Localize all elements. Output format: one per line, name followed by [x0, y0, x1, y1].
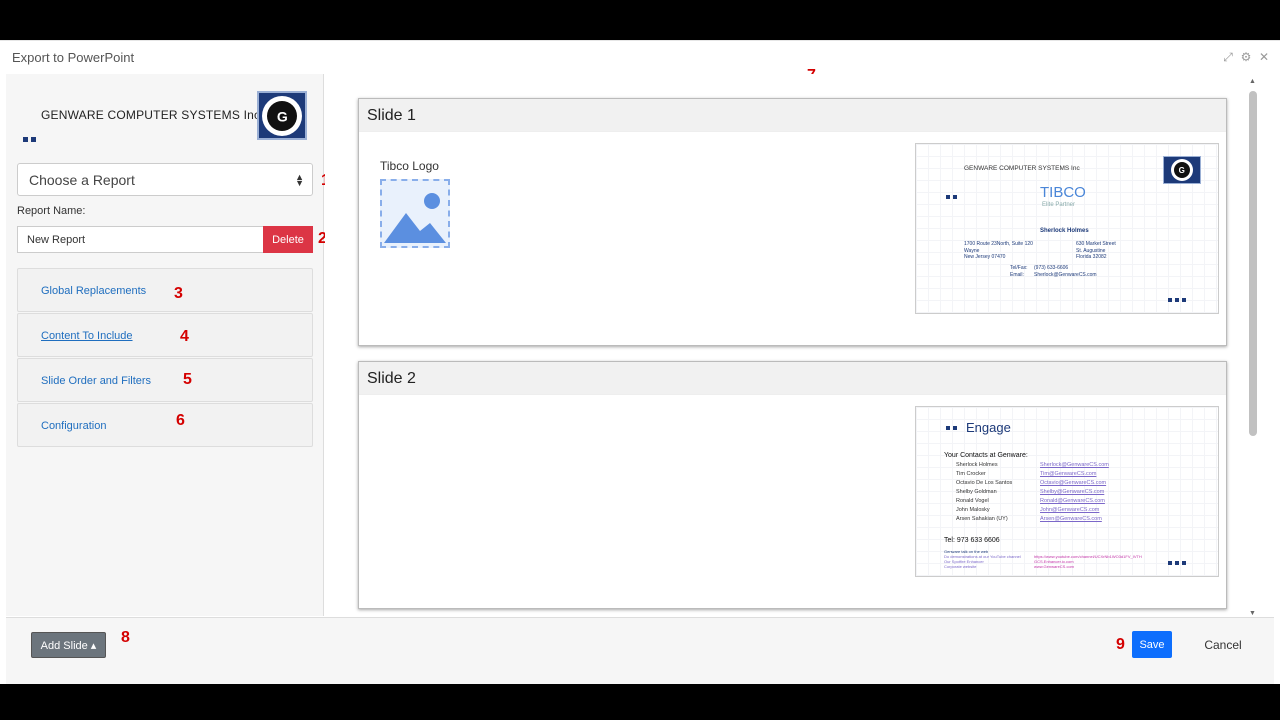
- thumb-brand: TIBCO: [1040, 184, 1086, 201]
- sort-caret-icon: ▲ ▼: [295, 172, 304, 188]
- cancel-button[interactable]: Cancel: [1198, 631, 1248, 658]
- sidebar: GENWARE COMPUTER SYSTEMS Inc G Choose a …: [6, 74, 324, 616]
- thumb-email-label: Email:: [1010, 272, 1024, 278]
- report-select[interactable]: Choose a Report ▲ ▼: [17, 163, 313, 196]
- export-dialog: Export to PowerPoint ⤢ ⚙ ✕ GENWARE COMPU…: [0, 40, 1280, 685]
- thumb-tel-label: Tel/Fax:: [1010, 265, 1028, 271]
- section-label: Slide Order and Filters: [41, 375, 152, 387]
- thumb-footer-link: www.GenwareCS.com: [1034, 564, 1075, 569]
- section-slide-order-filters[interactable]: Slide Order and Filters: [17, 358, 313, 402]
- thumb-contact-name: Sherlock Holmes: [956, 462, 998, 468]
- thumb-contact-email: Tim@GenwareCS.com: [1040, 471, 1097, 477]
- save-button[interactable]: Save: [1132, 631, 1172, 658]
- annotation-8: 8: [121, 629, 130, 646]
- thumb-contact-name: John Malosky: [956, 507, 990, 513]
- thumb-contact-email: Octavio@GenwareCS.com: [1040, 480, 1107, 486]
- thumb-contact-email: Ronald@GenwareCS.com: [1040, 498, 1105, 504]
- thumb-brand-sub: Elite Partner: [1042, 202, 1076, 208]
- section-label: Content To Include: [41, 330, 133, 342]
- thumb-contact-name: Ronald Vogel: [956, 498, 989, 504]
- thumb-addr: 1700 Route 23North, Suite 120: [964, 241, 1033, 247]
- slide-card[interactable]: Slide 2 Engage Your Contacts at Genware:…: [358, 361, 1227, 609]
- image-placeholder-icon[interactable]: [380, 179, 450, 248]
- placeholder-label: Tibco Logo: [380, 159, 439, 173]
- thumb-contact-email: John@GenwareCS.com: [1040, 507, 1100, 513]
- thumb-addr: 630 Market Street: [1076, 241, 1116, 247]
- add-slide-button[interactable]: Add Slide ▴: [31, 632, 106, 658]
- thumb-contact-email: Arsen@GenwareCS.com: [1040, 516, 1102, 522]
- scroll-down-icon[interactable]: ▼: [1249, 610, 1256, 617]
- scrollbar-thumb[interactable]: [1249, 91, 1257, 436]
- thumb-dots: [1168, 561, 1186, 565]
- thumb-tel: Tel: 973 633 6606: [944, 537, 1000, 544]
- thumb-dots: [946, 426, 957, 430]
- company-name: GENWARE COMPUTER SYSTEMS Inc: [41, 108, 261, 122]
- thumb-addr: Florida 32082: [1076, 254, 1107, 260]
- thumb-person: Sherlock Holmes: [1040, 228, 1089, 234]
- slide-title: Slide 1: [359, 99, 1226, 132]
- thumb-footer-text: Corporate website: [944, 564, 977, 569]
- delete-button[interactable]: Delete: [263, 226, 313, 253]
- slide-card[interactable]: Slide 1 Tibco Logo GENWARE COMPUTER SYST…: [358, 98, 1227, 346]
- top-black-bar: [0, 0, 1280, 36]
- thumb-contact-email: Sherlock@GenwareCS.com: [1040, 462, 1109, 468]
- thumb-contact-name: Arsen Sahakian (UY): [956, 516, 1008, 522]
- thumb-dots: [1168, 298, 1186, 302]
- slides-panel: Slide 1 Tibco Logo GENWARE COMPUTER SYST…: [325, 74, 1265, 617]
- expand-icon[interactable]: ⤢: [1222, 50, 1234, 65]
- thumb-addr: New Jersey 07470: [964, 254, 1006, 260]
- section-label: Global Replacements: [41, 285, 147, 297]
- slide-thumbnail: GENWARE COMPUTER SYSTEMS Inc G TIBCO Eli…: [915, 143, 1219, 314]
- slide-title: Slide 2: [359, 362, 1226, 395]
- thumb-contact-name: Tim Crocker: [956, 471, 986, 477]
- gear-icon[interactable]: ⚙: [1240, 50, 1252, 65]
- bottom-black-bar: [0, 684, 1280, 720]
- dialog-footer: Add Slide ▴ 8 9 Save Cancel: [6, 617, 1274, 685]
- report-select-value: Choose a Report: [29, 172, 135, 188]
- section-global-replacements[interactable]: Global Replacements: [17, 268, 313, 312]
- close-icon[interactable]: ✕: [1258, 50, 1270, 65]
- report-name-label: Report Name:: [17, 205, 86, 217]
- annotation-6: 6: [176, 412, 185, 429]
- slide-thumbnail: Engage Your Contacts at Genware: Sherloc…: [915, 406, 1219, 577]
- annotation-3: 3: [174, 285, 183, 302]
- thumb-tel: (973) 633-6606: [1034, 265, 1069, 271]
- thumb-contact-email: Shelby@GenwareCS.com: [1040, 489, 1105, 495]
- thumb-heading: Engage: [966, 420, 1011, 435]
- thumb-contact-name: Octavio De Los Santos: [956, 480, 1013, 486]
- brand-dots: [23, 137, 36, 142]
- scrollbar[interactable]: ▲ ▼: [1248, 78, 1258, 617]
- thumb-contact-name: Shelby Goldman: [956, 489, 997, 495]
- thumb-contacts-title: Your Contacts at Genware:: [944, 452, 1028, 459]
- thumb-dots: [946, 195, 957, 199]
- thumb-company: GENWARE COMPUTER SYSTEMS Inc: [964, 165, 1080, 172]
- annotation-4: 4: [180, 328, 189, 345]
- section-label: Configuration: [41, 420, 107, 432]
- thumb-logo: G: [1163, 156, 1201, 184]
- annotation-5: 5: [183, 371, 192, 388]
- dialog-title: Export to PowerPoint: [12, 50, 135, 65]
- thumb-email: Sherlock@GenwareCS.com: [1034, 272, 1097, 278]
- annotation-9: 9: [1116, 636, 1125, 653]
- section-configuration[interactable]: Configuration: [17, 403, 313, 447]
- company-logo: G: [257, 91, 307, 140]
- section-content-to-include[interactable]: Content To Include: [17, 313, 313, 357]
- scroll-up-icon[interactable]: ▲: [1249, 78, 1256, 85]
- report-name-input[interactable]: [17, 226, 263, 253]
- window-controls: ⤢ ⚙ ✕: [1222, 50, 1270, 65]
